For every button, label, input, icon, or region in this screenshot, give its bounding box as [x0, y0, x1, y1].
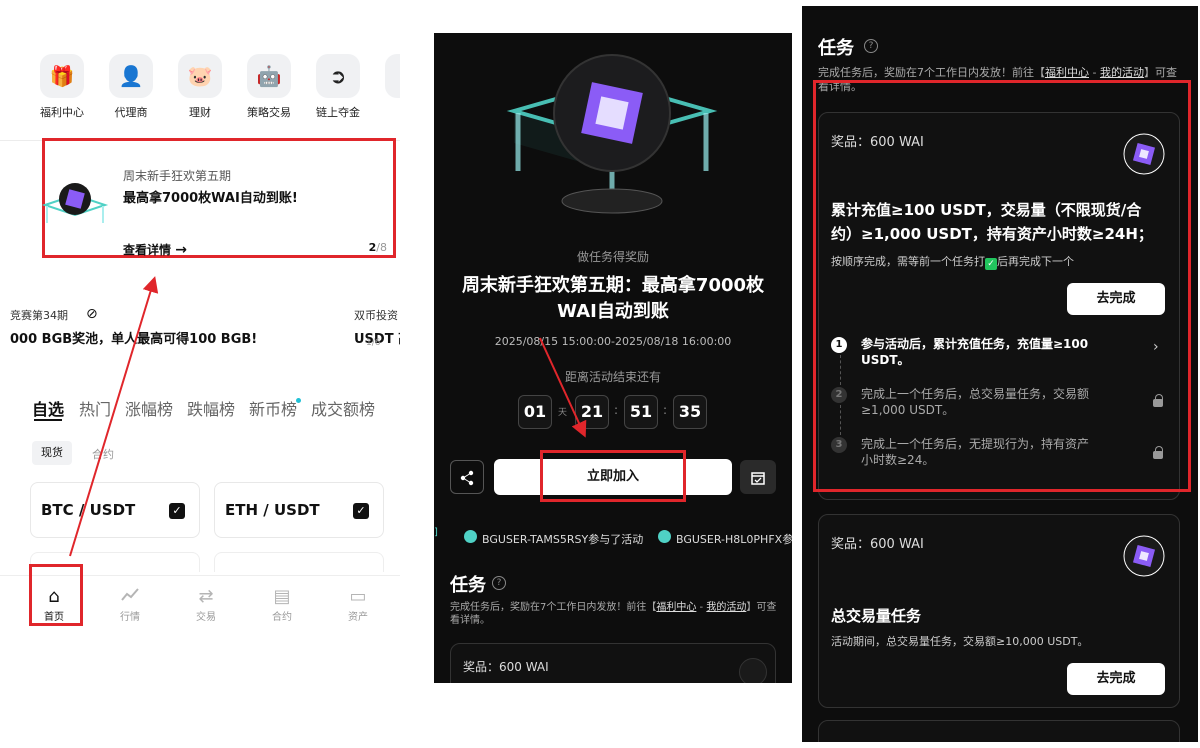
reward-label: 奖品：600 WAI: [831, 537, 924, 552]
highlight-home: [29, 564, 83, 626]
card2-desc: 活动期间，总交易量任务，交易额≥10,000 USDT。: [831, 635, 1089, 648]
reward-label: 奖品：600 WAI: [463, 660, 549, 674]
welfare-center-link[interactable]: 福利中心: [656, 602, 696, 613]
countdown-label: 距离活动结束还有: [564, 370, 661, 384]
tab-underline: [34, 419, 62, 421]
home-screen: 🎁 福利中心 👤 代理商 🐷 理财 🤖 策略交易 ➲ 链上夺金 周末新手狂欢第五…: [0, 0, 400, 748]
pair-card-eth[interactable]: ETH / USDT ✓: [214, 482, 384, 538]
countdown-sep: :: [663, 403, 668, 417]
event-coin-image: [41, 183, 109, 223]
quick-onchain[interactable]: ➲ 链上夺金: [308, 54, 368, 120]
tab-volume[interactable]: 成交额榜: [311, 396, 375, 420]
ticker-right-title: 双币投资: [354, 309, 398, 322]
wai-coin-icon: [1123, 535, 1165, 577]
task-title: 任务: [450, 575, 486, 596]
piggy-bank-icon: 🐷: [178, 54, 222, 98]
event-detail-screen: 做任务得奖励 周末新手狂欢第五期：最高拿7000枚 WAI自动到账 2025/0…: [434, 33, 792, 683]
card2-title: 总交易量任务: [831, 607, 922, 625]
countdown-hours: 21: [575, 395, 609, 429]
chain-icon: ➲: [316, 54, 360, 98]
help-icon[interactable]: ?: [864, 39, 878, 53]
my-activity-link[interactable]: 我的活动: [706, 602, 746, 613]
gift-icon: 🎁: [40, 54, 84, 98]
subtab-spot[interactable]: 现货: [32, 441, 72, 465]
go-complete-button[interactable]: 去完成: [1067, 663, 1165, 695]
pair-card-btc[interactable]: BTC / USDT ✓: [30, 482, 200, 538]
calendar-button[interactable]: [740, 460, 776, 494]
task-card-peek: 奖品：600 WAI: [450, 643, 776, 683]
quick-finance[interactable]: 🐷 理财: [170, 54, 230, 120]
trade-icon: ⇄: [198, 586, 214, 607]
tab-gainers[interactable]: 涨幅榜: [125, 396, 173, 420]
agent-icon: 👤: [109, 54, 153, 98]
more-icon: [385, 54, 400, 98]
ticker-pager: 1/6: [366, 338, 381, 348]
countdown-seconds: 35: [673, 395, 707, 429]
checkbox-checked-icon[interactable]: ✓: [353, 503, 369, 519]
quick-strategy[interactable]: 🤖 策略交易: [239, 54, 299, 120]
marquee-item-2: BGUSER-H8L0PHFX参与: [676, 533, 792, 546]
calendar-icon: [751, 471, 765, 485]
my-activity-link[interactable]: 我的活动: [1100, 66, 1144, 79]
event-hero-image: [506, 54, 718, 214]
countdown-day-unit: 天: [558, 408, 568, 418]
banner-detail-link[interactable]: 查看详情 →: [123, 241, 187, 258]
tab-hot[interactable]: 热门: [79, 396, 111, 420]
link-icon: ⊘: [86, 306, 98, 322]
coin-icon: [739, 658, 767, 683]
marquee-item-1: BGUSER-TAMS5RSY参与了活动: [482, 533, 644, 546]
help-icon[interactable]: ?: [492, 576, 506, 590]
ticker-left-desc[interactable]: 000 BGB奖池，单人最高可得100 BGB!: [10, 328, 257, 347]
arrow-right-icon: →: [175, 242, 187, 258]
marquee-edge: ]: [434, 527, 438, 538]
contract-icon: ▤: [273, 586, 291, 607]
event-caption: 做任务得奖励: [576, 250, 649, 264]
robot-icon: 🤖: [247, 54, 291, 98]
tab-losers[interactable]: 跌幅榜: [187, 396, 235, 420]
task-description: 完成任务后，奖励在7个工作日内发放！前往【福利中心 - 我的活动】可查看详情。: [450, 602, 777, 626]
task-card-3-peek: [818, 720, 1180, 742]
market-icon: [100, 586, 160, 608]
event-title-1: 周末新手狂欢第五期：最高拿7000枚: [461, 275, 765, 296]
tab-new[interactable]: 新币榜: [249, 396, 297, 420]
ticker-left-title: 竞赛第34期: [10, 309, 68, 322]
quick-welfare[interactable]: 🎁 福利中心: [32, 54, 92, 120]
countdown-minutes: 51: [624, 395, 658, 429]
countdown-sep: :: [614, 403, 619, 417]
new-dot: [296, 398, 301, 403]
share-button[interactable]: [450, 460, 484, 494]
user-avatar: [658, 530, 671, 543]
share-icon: [460, 470, 474, 485]
checkbox-checked-icon[interactable]: ✓: [169, 503, 185, 519]
subtab-futures[interactable]: 合约: [92, 446, 114, 462]
wallet-icon: ▭: [349, 586, 367, 607]
promo-banner[interactable]: 周末新手狂欢第五期 最高拿7000枚WAI自动到账! 查看详情 → 2/8: [41, 138, 396, 258]
nav-futures[interactable]: ▤ 合约: [252, 586, 312, 623]
pair-card-partial: [214, 552, 384, 572]
countdown-days: 01: [518, 395, 552, 429]
quick-more[interactable]: [377, 54, 400, 98]
banner-title: 最高拿7000枚WAI自动到账!: [123, 191, 298, 206]
event-date-range: 2025/08/15 15:00:00-2025/08/18 16:00:00: [494, 335, 732, 348]
tab-favorites[interactable]: 自选: [32, 396, 64, 420]
nav-trade[interactable]: ⇄ 交易: [176, 586, 236, 623]
banner-pager: 2/8: [368, 241, 387, 254]
highlight-join: [540, 450, 686, 502]
nav-assets[interactable]: ▭ 资产: [328, 586, 388, 623]
nav-market[interactable]: 行情: [100, 586, 160, 623]
quick-agent[interactable]: 👤 代理商: [101, 54, 161, 120]
welfare-center-link[interactable]: 福利中心: [1045, 66, 1089, 79]
event-title-2: WAI自动到账: [557, 301, 669, 322]
task-title: 任务: [818, 38, 854, 59]
task-list-screen: 任务 ? 完成任务后，奖励在7个工作日内发放！前往【福利中心 - 我的活动】可查…: [802, 6, 1198, 742]
task-card-2: 奖品：600 WAI 总交易量任务 活动期间，总交易量任务，交易额≥10,000…: [818, 514, 1180, 708]
banner-subtitle: 周末新手狂欢第五期: [123, 169, 232, 183]
user-avatar: [464, 530, 477, 543]
highlight-task-card: [813, 80, 1191, 492]
